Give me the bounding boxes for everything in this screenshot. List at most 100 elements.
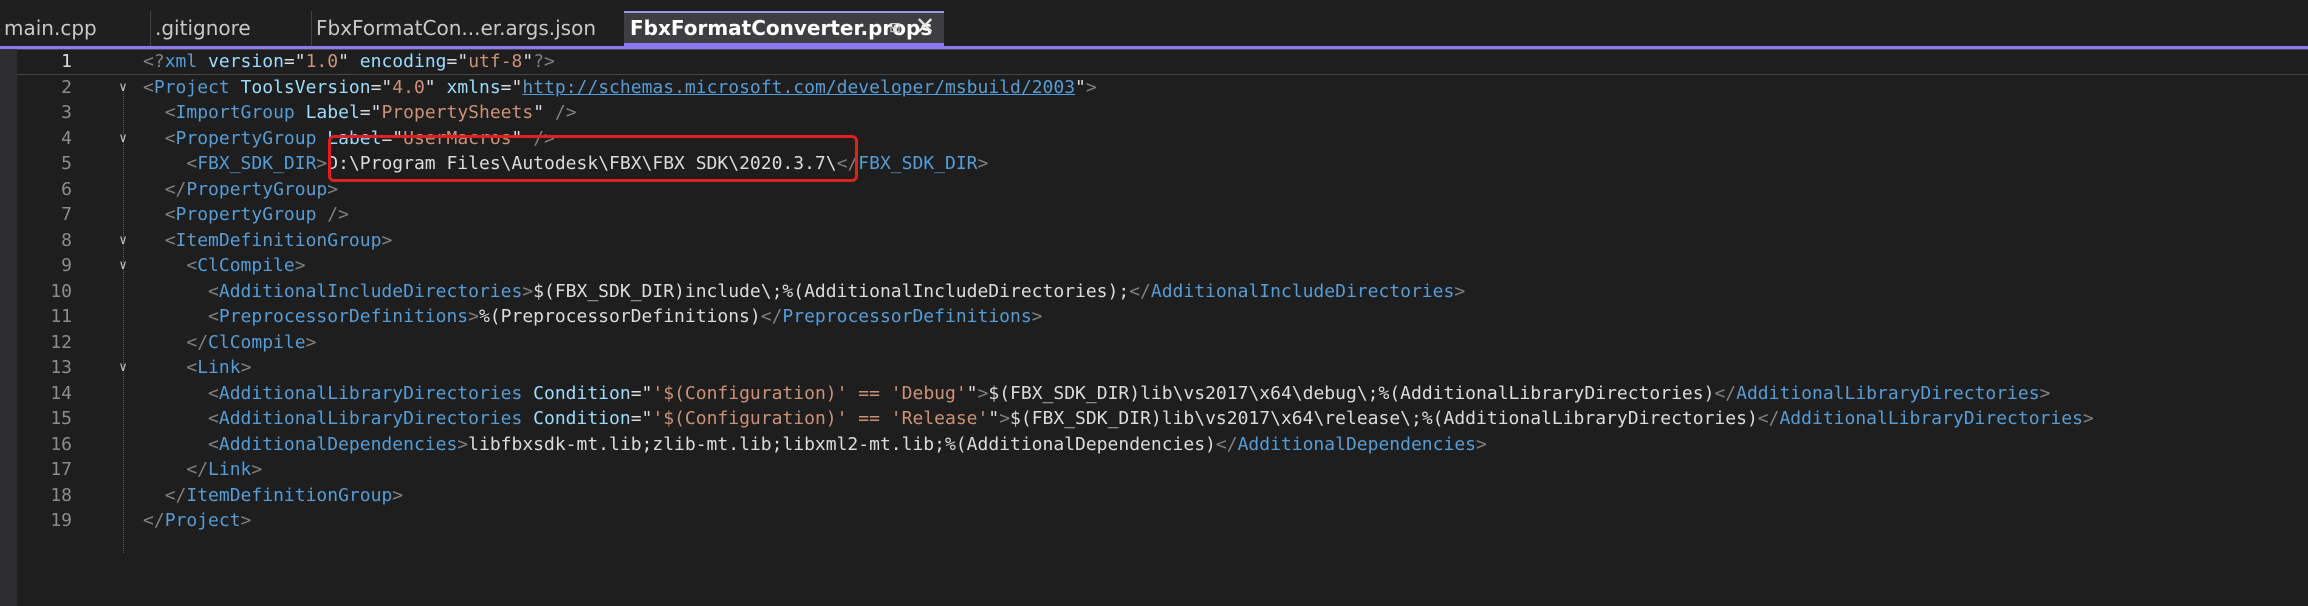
xml-text: " xyxy=(533,102,555,123)
chevron-down-icon[interactable]: ∨ xyxy=(112,253,134,279)
xml-text: =" xyxy=(283,51,306,72)
code-text: <AdditionalIncludeDirectories>$(FBX_SDK_… xyxy=(143,279,1465,305)
xml-attribute-value: utf-8 xyxy=(468,51,523,72)
xml-namespace-link[interactable]: http://schemas.microsoft.com/developer/m… xyxy=(522,77,1075,98)
tab-label: FbxFormatConverter.props xyxy=(630,16,933,40)
xml-text: " xyxy=(1075,76,1086,98)
tab-gitignore[interactable]: .gitignore xyxy=(150,11,311,46)
xml-bracket: > xyxy=(294,255,306,276)
code-line[interactable]: 2 ∨ <Project ToolsVersion="4.0" xmlns="htt… xyxy=(17,75,2308,101)
code-line[interactable]: 17 </Link> xyxy=(17,457,2308,483)
code-line[interactable]: 8 ∨ <ItemDefinitionGroup> xyxy=(17,228,2308,254)
xml-text: =" xyxy=(446,51,469,72)
code-line[interactable]: 12 </ClCompile> xyxy=(17,330,2308,356)
xml-bracket: > xyxy=(457,433,469,455)
xml-bracket: > xyxy=(251,459,263,480)
xml-tag-name: ItemDefinitionGroup xyxy=(186,484,393,506)
xml-text xyxy=(143,357,186,378)
xml-text: =" xyxy=(500,76,523,98)
xml-text: =" xyxy=(630,408,653,429)
tab-main-cpp[interactable]: main.cpp xyxy=(0,11,150,46)
xml-bracket: /> xyxy=(554,102,577,123)
code-text: <ImportGroup Label="PropertySheets" /> xyxy=(143,100,577,126)
tab-label: FbxFormatCon...er.args.json xyxy=(316,16,596,40)
chevron-down-icon[interactable]: ∨ xyxy=(112,75,134,101)
line-number: 13 xyxy=(50,357,72,378)
code-line[interactable]: 13 ∨ <Link> xyxy=(17,355,2308,381)
code-text: </ItemDefinitionGroup> xyxy=(143,483,403,509)
chevron-down-icon[interactable]: ∨ xyxy=(112,228,134,254)
close-icon[interactable]: ✕ xyxy=(915,11,935,41)
chevron-down-icon[interactable]: ∨ xyxy=(112,126,134,152)
xml-text: $(FBX_SDK_DIR)lib\vs2017\x64\release\;%(… xyxy=(1010,408,1758,429)
xml-attribute: Condition xyxy=(533,408,631,429)
xml-tag-name: Project xyxy=(164,510,241,531)
code-line[interactable]: 16 <AdditionalDependencies>libfbxsdk-mt.… xyxy=(17,432,2308,458)
xml-text xyxy=(316,204,327,225)
xml-tag-name: AdditionalLibraryDirectories xyxy=(1736,382,2040,404)
tab-fbxformatconverter-props[interactable]: FbxFormatConverter.props ⊞ ✕ xyxy=(624,11,944,46)
code-line[interactable]: 14 <AdditionalLibraryDirectories Conditi… xyxy=(17,381,2308,407)
xml-text: =" xyxy=(630,382,653,404)
xml-text xyxy=(143,102,165,123)
xml-text: " xyxy=(338,51,360,72)
line-number: 8 xyxy=(61,229,72,251)
xml-bracket: </ xyxy=(1714,382,1737,404)
tab-args-json[interactable]: FbxFormatCon...er.args.json xyxy=(311,11,624,46)
xml-attribute: Label xyxy=(305,102,360,123)
xml-tag-name: AdditionalLibraryDirectories xyxy=(1779,408,2083,429)
xml-tag-name: PropertyGroup xyxy=(175,127,317,149)
chevron-down-icon[interactable]: ∨ xyxy=(112,355,134,381)
xml-bracket: < xyxy=(208,433,219,455)
code-editor[interactable]: 1 <?xml version="1.0" encoding="utf-8"?> 2… xyxy=(17,49,2308,606)
code-text: <?xml version="1.0" encoding="utf-8"?> xyxy=(143,50,555,74)
code-line[interactable]: 15 <AdditionalLibraryDirectories Conditi… xyxy=(17,406,2308,432)
xml-text xyxy=(143,332,186,353)
line-number: 7 xyxy=(61,204,72,225)
code-text: <ItemDefinitionGroup> xyxy=(143,228,393,254)
line-number: 10 xyxy=(50,280,72,302)
xml-attribute-value: 4.0 xyxy=(392,76,425,98)
code-line[interactable]: 9 ∨ <ClCompile> xyxy=(17,253,2308,279)
code-line[interactable]: 18 </ItemDefinitionGroup> xyxy=(17,483,2308,509)
xml-bracket: > xyxy=(2082,408,2094,429)
code-text: </PropertyGroup> xyxy=(143,177,338,203)
line-number: 5 xyxy=(61,153,72,174)
xml-bracket: > xyxy=(316,153,328,174)
xml-bracket: > xyxy=(1476,433,1487,455)
xml-bracket: </ xyxy=(186,459,209,480)
xml-attribute-value: '$(Configuration)' == 'Release' xyxy=(652,408,989,429)
xml-tag-name: PropertyGroup xyxy=(175,204,317,225)
code-line[interactable]: 1 <?xml version="1.0" encoding="utf-8"?> xyxy=(17,49,2308,75)
xml-text: " xyxy=(966,382,978,404)
xml-text: " xyxy=(424,76,447,98)
code-line[interactable]: 3 <ImportGroup Label="PropertySheets" /> xyxy=(17,100,2308,126)
xml-text xyxy=(143,128,165,149)
xml-tag-name: Link xyxy=(197,357,241,378)
code-text: <AdditionalLibraryDirectories Condition=… xyxy=(143,381,2050,407)
code-text: </ClCompile> xyxy=(143,330,316,356)
xml-tag-name: Project xyxy=(153,76,230,98)
xml-bracket: </ xyxy=(1215,433,1238,455)
code-line[interactable]: 19 </Project> xyxy=(17,508,2308,534)
xml-tag-name: AdditionalIncludeDirectories xyxy=(1150,280,1455,302)
xml-text xyxy=(143,204,165,225)
xml-text xyxy=(230,77,241,98)
xml-text xyxy=(143,383,208,404)
pin-icon[interactable]: ⊞ xyxy=(889,13,901,43)
xml-bracket: > xyxy=(240,510,252,531)
code-line[interactable]: 11 <PreprocessorDefinitions>%(Preprocess… xyxy=(17,304,2308,330)
xml-bracket: < xyxy=(186,153,198,174)
xml-text xyxy=(143,255,186,276)
xml-bracket: < xyxy=(164,204,176,225)
code-text: <PropertyGroup /> xyxy=(143,202,349,228)
code-line[interactable]: 7 <PropertyGroup /> xyxy=(17,202,2308,228)
xml-tag-name: AdditionalLibraryDirectories xyxy=(218,382,523,404)
line-number: 2 xyxy=(61,76,72,98)
code-text: <ClCompile> xyxy=(143,253,306,279)
line-number: 18 xyxy=(50,484,72,506)
xml-tag-name: AdditionalLibraryDirectories xyxy=(218,408,523,429)
xml-bracket: </ xyxy=(164,178,187,200)
code-line[interactable]: 10 <AdditionalIncludeDirectories>$(FBX_S… xyxy=(17,279,2308,305)
xml-bracket: > xyxy=(2039,382,2051,404)
